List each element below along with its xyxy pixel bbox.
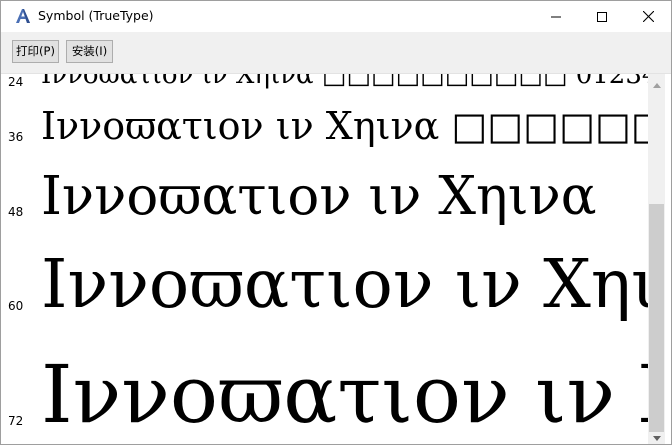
font-preview-area: 24 Ιννοϖατιον ιν Χηινα □□□□□□□□□□ 012345… <box>1 74 648 444</box>
scroll-down-button[interactable] <box>648 427 665 444</box>
window-title: Symbol (TrueType) <box>38 8 154 23</box>
close-button[interactable] <box>625 1 671 32</box>
size-label: 36 <box>8 130 24 144</box>
size-label: 24 <box>8 75 24 89</box>
sample-text: Ιννοϖατιον ιν Χηινα □□□□□□□□□□ <box>41 104 648 148</box>
sample-text: Ιννοϖατιον ιν Χηινα <box>41 348 648 441</box>
close-icon <box>642 7 654 26</box>
scrollbar-thumb[interactable] <box>649 204 664 432</box>
vertical-scrollbar[interactable] <box>648 74 665 444</box>
scroll-up-button[interactable] <box>648 74 665 91</box>
font-viewer-icon <box>14 7 32 25</box>
title-bar[interactable]: Symbol (TrueType) <box>1 1 671 32</box>
minimize-icon <box>551 7 561 26</box>
scroll-down-arrow-icon <box>652 426 661 444</box>
install-button[interactable]: 安装(I) <box>66 40 113 63</box>
size-label: 60 <box>8 299 24 313</box>
maximize-button[interactable] <box>579 1 625 32</box>
toolbar: 打印(P) 安装(I) <box>1 32 671 74</box>
print-button[interactable]: 打印(P) <box>12 40 59 63</box>
sample-text: Ιννοϖατιον ιν Χηινα □□□□□□□□□□ 012345678… <box>41 74 648 90</box>
maximize-icon <box>597 7 607 26</box>
sample-text: Ιννοϖατιον ιν Χηινα <box>41 245 648 323</box>
sample-text: Ιννοϖατιον ιν Χηινα <box>41 166 597 227</box>
size-label: 72 <box>8 414 24 428</box>
scroll-up-arrow-icon <box>652 73 661 92</box>
size-label: 48 <box>8 205 24 219</box>
font-viewer-window: Symbol (TrueType) 打印(P) 安装(I) 24 Ιννοϖατ… <box>0 0 672 445</box>
minimize-button[interactable] <box>533 1 579 32</box>
